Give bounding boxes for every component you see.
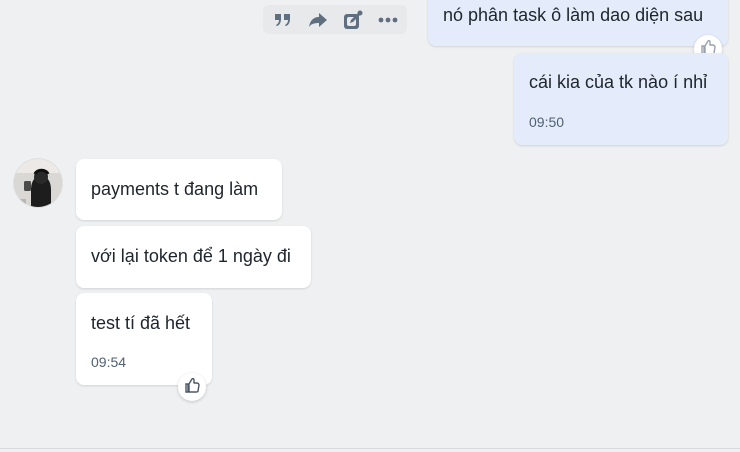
message-text: test tí đã hết [91,313,191,333]
thumbs-up-icon [183,376,201,399]
react-button[interactable] [178,373,206,401]
message-time: 09:54 [91,354,127,370]
received-message-bubble: payments t đang làm [76,159,282,220]
sent-message-bubble: nó phân task ô làm dao diện sau [428,0,728,46]
message-text: nó phân task ô làm dao diện sau [443,5,704,25]
message-actions-toolbar [263,5,407,34]
edit-button[interactable] [339,8,367,32]
edit-icon [342,9,364,31]
message-text: với lại token để 1 ngày đi [91,246,291,266]
more-button[interactable] [374,8,402,32]
sent-message-bubble: cái kia của tk nào í nhỉ 09:50 [514,53,728,145]
chat-view: nó phân task ô làm dao diện sau cái kia … [0,0,740,452]
message-text: cái kia của tk nào í nhỉ [529,72,708,92]
bottom-divider [0,448,740,449]
message-text: payments t đang làm [91,179,259,199]
forward-icon [307,10,329,30]
more-icon [376,10,400,30]
received-message-bubble: test tí đã hết 09:54 [76,293,212,385]
quote-icon [273,10,293,30]
avatar[interactable] [14,159,62,207]
forward-button[interactable] [304,8,332,32]
received-message-bubble: với lại token để 1 ngày đi [76,226,311,288]
quote-button[interactable] [269,8,297,32]
message-time: 09:50 [529,114,565,130]
